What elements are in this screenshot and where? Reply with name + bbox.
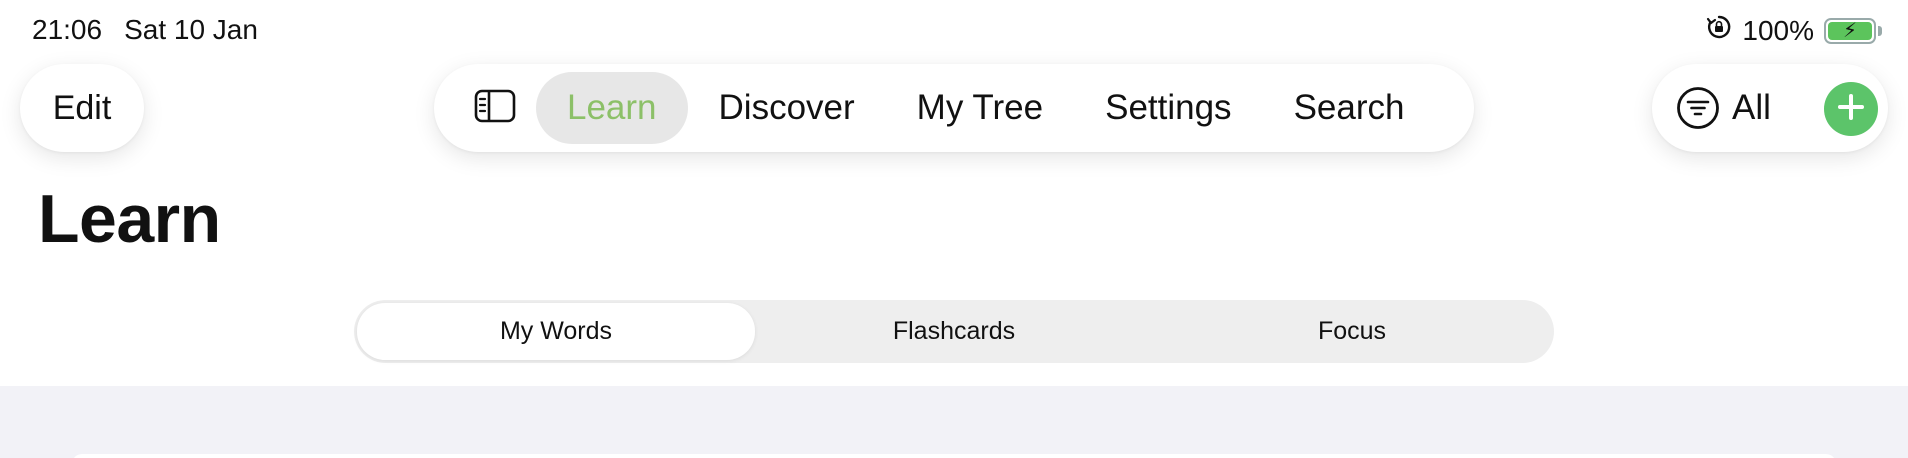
tab-discover-label: Discover <box>718 88 855 127</box>
status-bar-right: 100% ⚡︎ <box>1706 14 1882 47</box>
filter-icon[interactable] <box>1676 86 1720 130</box>
tab-my-tree-label: My Tree <box>916 88 1044 127</box>
battery-cap <box>1878 25 1882 36</box>
tab-learn-label: Learn <box>567 88 657 127</box>
battery-percent: 100% <box>1742 14 1814 46</box>
app-screen: 21:06 Sat 10 Jan 100% ⚡︎ Edit Learn Disc… <box>0 0 1908 458</box>
charging-bolt-icon: ⚡︎ <box>1842 19 1858 42</box>
tab-discover[interactable]: Discover <box>688 72 886 144</box>
status-bar-left: 21:06 Sat 10 Jan <box>32 14 258 46</box>
segment-focus[interactable]: Focus <box>1153 303 1551 360</box>
status-time: 21:06 <box>32 14 103 45</box>
add-button[interactable] <box>1824 82 1878 136</box>
tab-settings-label: Settings <box>1105 88 1232 127</box>
page-title: Learn <box>38 181 221 257</box>
segmented-control: My Words Flashcards Focus <box>354 300 1554 363</box>
tab-my-tree[interactable]: My Tree <box>886 72 1074 144</box>
segment-flashcards[interactable]: Flashcards <box>755 303 1153 360</box>
tab-settings[interactable]: Settings <box>1074 72 1262 144</box>
tab-search[interactable]: Search <box>1263 72 1436 144</box>
segment-my-words[interactable]: My Words <box>357 303 755 360</box>
tab-learn[interactable]: Learn <box>536 72 688 144</box>
orientation-lock-icon <box>1706 14 1732 47</box>
filter-label[interactable]: All <box>1732 88 1771 128</box>
segment-my-words-label: My Words <box>499 317 613 345</box>
content-card <box>72 454 1836 458</box>
filter-group: All <box>1652 64 1888 152</box>
tab-bar: Learn Discover My Tree Settings Search <box>434 64 1474 152</box>
tab-search-label: Search <box>1293 88 1405 127</box>
content-area <box>0 386 1908 458</box>
sidebar-icon <box>474 89 516 128</box>
segment-focus-label: Focus <box>1317 317 1387 345</box>
sidebar-toggle-button[interactable] <box>454 72 536 144</box>
status-date: Sat 10 Jan <box>124 14 258 45</box>
plus-icon <box>1836 92 1866 127</box>
edit-button[interactable]: Edit <box>20 64 144 152</box>
battery-charging-icon: ⚡︎ <box>1824 17 1876 44</box>
edit-button-label: Edit <box>52 88 112 127</box>
segment-flashcards-label: Flashcards <box>892 317 1016 345</box>
